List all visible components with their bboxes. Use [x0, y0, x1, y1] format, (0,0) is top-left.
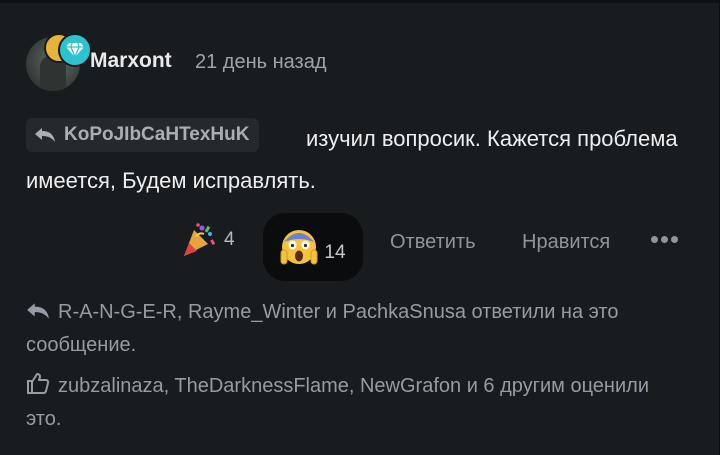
more-options-icon[interactable]: [651, 236, 678, 243]
mention-username: KoPoJIbCaHTexHuK: [64, 124, 250, 145]
reaction-count: 4: [224, 229, 235, 250]
thumbs-up-icon: [27, 373, 50, 394]
reaction-count: 14: [324, 242, 346, 263]
replies-text: R-A-N-G-E-R, Rayme_Winter и PachkaSnusa …: [26, 301, 619, 356]
timestamp[interactable]: 21 день назад: [195, 51, 327, 74]
party-popper-icon: [184, 223, 216, 256]
screaming-face-icon: [280, 230, 318, 265]
reaction-party[interactable]: 4: [180, 222, 235, 258]
likes-summary[interactable]: zubzalinaza, TheDarknessFlame, NewGrafon…: [26, 370, 666, 436]
reaction-scream-selected[interactable]: 14: [263, 213, 363, 281]
username[interactable]: Marxont: [90, 49, 172, 73]
like-button[interactable]: Нравится: [522, 231, 610, 254]
reply-arrow-icon: [27, 303, 49, 319]
top-border: [0, 0, 720, 3]
diamond-badge-icon: [58, 33, 92, 67]
reply-button[interactable]: Ответить: [390, 231, 476, 254]
replies-summary[interactable]: R-A-N-G-E-R, Rayme_Winter и PachkaSnusa …: [26, 296, 666, 362]
likes-text: zubzalinaza, TheDarknessFlame, NewGrafon…: [26, 375, 649, 430]
reply-mention-chip[interactable]: KoPoJIbCaHTexHuK: [26, 118, 260, 152]
reply-arrow-icon: [35, 128, 55, 142]
user-avatar[interactable]: [26, 33, 92, 91]
